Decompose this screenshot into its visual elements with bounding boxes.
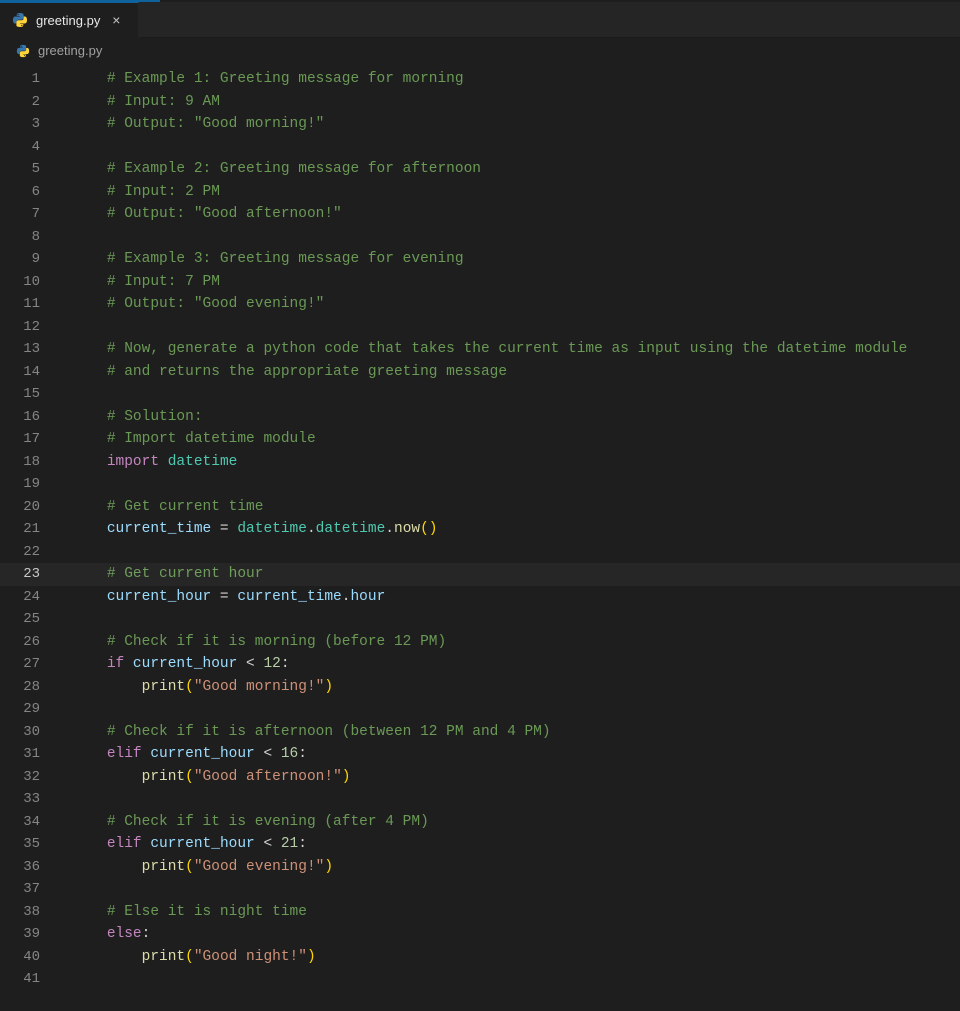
line-number[interactable]: 20 <box>0 496 40 519</box>
code-line[interactable]: # Input: 9 AM <box>58 91 960 114</box>
line-number[interactable]: 27 <box>0 653 40 676</box>
code-line[interactable] <box>58 968 960 991</box>
code-line[interactable]: # Import datetime module <box>58 428 960 451</box>
line-number[interactable]: 6 <box>0 181 40 204</box>
line-number[interactable]: 23 <box>0 563 40 586</box>
code-line[interactable]: print("Good afternoon!") <box>58 766 960 789</box>
line-number[interactable]: 35 <box>0 833 40 856</box>
line-number[interactable]: 3 <box>0 113 40 136</box>
line-number[interactable]: 41 <box>0 968 40 991</box>
editor[interactable]: 1234567891011121314151617181920212223242… <box>0 64 960 1011</box>
code-line[interactable]: # Now, generate a python code that takes… <box>58 338 960 361</box>
code-line[interactable]: # Solution: <box>58 406 960 429</box>
line-number[interactable]: 36 <box>0 856 40 879</box>
line-number[interactable]: 39 <box>0 923 40 946</box>
line-number[interactable]: 7 <box>0 203 40 226</box>
line-number[interactable]: 26 <box>0 631 40 654</box>
code-line[interactable] <box>58 698 960 721</box>
code-line[interactable]: # Else it is night time <box>58 901 960 924</box>
tab-bar: greeting.py × <box>0 2 960 38</box>
code-line[interactable] <box>58 878 960 901</box>
line-number-gutter[interactable]: 1234567891011121314151617181920212223242… <box>0 64 58 1011</box>
line-number[interactable]: 19 <box>0 473 40 496</box>
code-line[interactable]: else: <box>58 923 960 946</box>
breadcrumb[interactable]: greeting.py <box>0 38 960 64</box>
line-number[interactable]: 31 <box>0 743 40 766</box>
line-number[interactable]: 8 <box>0 226 40 249</box>
code-line[interactable] <box>58 473 960 496</box>
code-line[interactable]: # Example 3: Greeting message for evenin… <box>58 248 960 271</box>
line-number[interactable]: 4 <box>0 136 40 159</box>
line-number[interactable]: 30 <box>0 721 40 744</box>
line-number[interactable]: 37 <box>0 878 40 901</box>
code-line[interactable]: if current_hour < 12: <box>58 653 960 676</box>
code-line[interactable] <box>58 541 960 564</box>
tab-greeting-py[interactable]: greeting.py × <box>0 2 139 38</box>
code-line[interactable]: current_time = datetime.datetime.now() <box>58 518 960 541</box>
line-number[interactable]: 22 <box>0 541 40 564</box>
code-line[interactable]: print("Good night!") <box>58 946 960 969</box>
line-number[interactable]: 11 <box>0 293 40 316</box>
line-number[interactable]: 28 <box>0 676 40 699</box>
code-line[interactable] <box>58 608 960 631</box>
code-line[interactable]: # Check if it is morning (before 12 PM) <box>58 631 960 654</box>
line-number[interactable]: 33 <box>0 788 40 811</box>
line-number[interactable]: 34 <box>0 811 40 834</box>
python-file-icon <box>16 44 30 58</box>
line-number[interactable]: 15 <box>0 383 40 406</box>
code-area[interactable]: # Example 1: Greeting message for mornin… <box>58 64 960 1011</box>
code-line[interactable]: print("Good evening!") <box>58 856 960 879</box>
code-line[interactable]: # Input: 7 PM <box>58 271 960 294</box>
close-icon[interactable]: × <box>108 12 124 28</box>
line-number[interactable]: 18 <box>0 451 40 474</box>
code-line[interactable] <box>58 383 960 406</box>
line-number[interactable]: 38 <box>0 901 40 924</box>
code-line[interactable]: elif current_hour < 16: <box>58 743 960 766</box>
line-number[interactable]: 9 <box>0 248 40 271</box>
code-line[interactable]: # Example 1: Greeting message for mornin… <box>58 68 960 91</box>
line-number[interactable]: 13 <box>0 338 40 361</box>
code-line[interactable]: # Get current hour <box>58 563 960 586</box>
line-number[interactable]: 1 <box>0 68 40 91</box>
line-number[interactable]: 5 <box>0 158 40 181</box>
code-line[interactable]: # Output: "Good afternoon!" <box>58 203 960 226</box>
code-line[interactable]: current_hour = current_time.hour <box>58 586 960 609</box>
code-line[interactable] <box>58 316 960 339</box>
code-line[interactable]: # Example 2: Greeting message for aftern… <box>58 158 960 181</box>
line-number[interactable]: 32 <box>0 766 40 789</box>
line-number[interactable]: 21 <box>0 518 40 541</box>
code-line[interactable]: # Output: "Good evening!" <box>58 293 960 316</box>
code-line[interactable]: elif current_hour < 21: <box>58 833 960 856</box>
line-number[interactable]: 14 <box>0 361 40 384</box>
line-number[interactable]: 29 <box>0 698 40 721</box>
line-number[interactable]: 10 <box>0 271 40 294</box>
line-number[interactable]: 2 <box>0 91 40 114</box>
code-line[interactable]: # Check if it is afternoon (between 12 P… <box>58 721 960 744</box>
line-number[interactable]: 12 <box>0 316 40 339</box>
code-line[interactable] <box>58 136 960 159</box>
line-number[interactable]: 40 <box>0 946 40 969</box>
line-number[interactable]: 24 <box>0 586 40 609</box>
code-line[interactable] <box>58 226 960 249</box>
line-number[interactable]: 25 <box>0 608 40 631</box>
code-line[interactable] <box>58 788 960 811</box>
tab-filename: greeting.py <box>36 13 100 28</box>
code-line[interactable]: # Get current time <box>58 496 960 519</box>
code-line[interactable]: # and returns the appropriate greeting m… <box>58 361 960 384</box>
breadcrumb-filename: greeting.py <box>38 43 102 58</box>
line-number[interactable]: 16 <box>0 406 40 429</box>
python-file-icon <box>12 12 28 28</box>
code-line[interactable]: # Input: 2 PM <box>58 181 960 204</box>
line-number[interactable]: 17 <box>0 428 40 451</box>
code-line[interactable]: # Output: "Good morning!" <box>58 113 960 136</box>
code-line[interactable]: import datetime <box>58 451 960 474</box>
code-line[interactable]: # Check if it is evening (after 4 PM) <box>58 811 960 834</box>
code-line[interactable]: print("Good morning!") <box>58 676 960 699</box>
